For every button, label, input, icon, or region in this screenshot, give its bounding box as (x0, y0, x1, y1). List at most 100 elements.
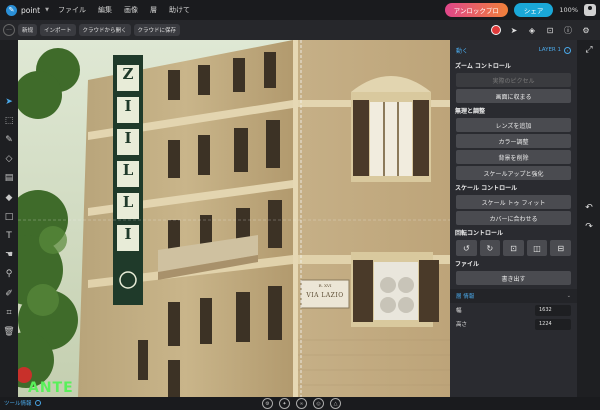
ai-icon[interactable]: ⊡ (541, 23, 559, 37)
fill-icon[interactable]: ◆ (3, 192, 15, 204)
move-back-link[interactable]: 動く (456, 46, 468, 55)
picker-icon[interactable]: ⚲ (3, 268, 15, 280)
save-cloud-button[interactable]: クラウドに保存 (133, 24, 181, 36)
menu-image[interactable]: 画像 (118, 0, 144, 20)
rectangle-icon[interactable]: □ (3, 211, 15, 223)
user-icon[interactable] (584, 4, 596, 16)
marquee-icon[interactable]: ⬚ (3, 115, 15, 127)
unlock-pro-button[interactable]: アンロックプロ (444, 3, 508, 17)
fit-cover-button[interactable]: カバーに合わせる (456, 211, 571, 225)
settings-icon[interactable]: ⚙ (262, 398, 273, 409)
tools-sidebar: ➤ ⬚ ✎ ◇ ▤ ◆ □ T ☚ ⚲ ✐ ⌗ 🗑 (0, 40, 18, 397)
toolbar: ··· 新规 インポート クラウドから開く クラウドに保存 ➤ ◈ ⊡ ⓘ ⚙ (0, 20, 600, 40)
rotate-controls: ↺ ↻ ⊡ ◫ ⊟ (456, 240, 571, 256)
toolbar-right-icons: ➤ ◈ ⊡ ⓘ ⚙ (487, 23, 595, 37)
hotel-letter: I (124, 97, 132, 115)
bottom-icons: ⚙ ✦ ∞ ◎ △ (262, 398, 341, 409)
open-cloud-button[interactable]: クラウドから開く (78, 24, 131, 36)
right-strip: ⤢ ↶ ↷ (577, 40, 600, 397)
panel-header: 動く LAYER 1 › (450, 40, 577, 60)
magic-icon[interactable]: ✦ (279, 398, 290, 409)
app-logo[interactable]: ✎ point ▼ (0, 4, 52, 16)
zoom-level[interactable]: 100% (559, 6, 578, 14)
layers-icon[interactable]: ◈ (523, 23, 541, 37)
scale-section-title: スケール コントロール (455, 185, 518, 192)
flip-vertical-icon[interactable]: ⊟ (550, 240, 571, 256)
adjust-section-title: 無理と調整 (455, 108, 486, 115)
image-canvas[interactable]: Z I I L L I R. XVI VIA LAZIO ANTE (18, 40, 450, 397)
app-name: point (21, 5, 41, 15)
hotel-letter: Z (122, 65, 134, 83)
tool-info-label: ツール情報 (4, 401, 32, 407)
rotate-right-icon[interactable]: ↻ (479, 240, 501, 256)
remove-background-button[interactable]: 背景を削除 (456, 150, 571, 164)
layer-options-icon: › (564, 46, 571, 54)
hotel-letter: I (124, 225, 132, 243)
color-adjust-button[interactable]: カラー調整 (456, 134, 571, 148)
shape-icon[interactable]: △ (330, 398, 341, 409)
properties-panel: 動く LAYER 1 › ズーム コントロール 実際のピクセル 画面に収まる 無… (450, 40, 577, 397)
main-menu: ファイル 編集 画像 層 助けて (52, 0, 196, 20)
text-icon[interactable]: T (3, 230, 15, 242)
eraser-icon[interactable]: ◇ (3, 153, 15, 165)
rotate-left-icon[interactable]: ↺ (456, 240, 477, 256)
hotel-sign-letters: Z I I L L I (117, 65, 139, 257)
fit-frame-icon[interactable]: ⊡ (503, 240, 524, 256)
upscale-button[interactable]: スケールアップと強化 (456, 166, 571, 180)
menu-file[interactable]: ファイル (52, 0, 92, 20)
record-icon[interactable] (487, 23, 505, 37)
settings-gear-icon[interactable]: ⚙ (577, 23, 595, 37)
canvas-bottom-text: ANTE (28, 380, 74, 396)
zoom-section-title: ズーム コントロール (455, 63, 511, 70)
select-arrow-icon[interactable]: ➤ (3, 96, 15, 108)
menu-edit[interactable]: 編集 (92, 0, 118, 20)
actual-pixels-button[interactable]: 実際のピクセル (456, 73, 571, 87)
menu-bar: ✎ point ▼ ファイル 編集 画像 層 助けて アンロックプロ シェア 1… (0, 0, 600, 20)
pencil-icon[interactable]: ✐ (3, 288, 15, 300)
status-bar: ツール情報 ⚙ ✦ ∞ ◎ △ (0, 397, 600, 410)
brush-icon[interactable]: ✎ (3, 134, 15, 146)
import-button[interactable]: インポート (40, 24, 76, 36)
target-icon[interactable]: ◎ (313, 398, 324, 409)
export-button[interactable]: 書き出す (456, 271, 571, 285)
more-icon[interactable]: ··· (3, 24, 15, 36)
add-lens-button[interactable]: レンズを追加 (456, 118, 571, 132)
height-label: 高さ (456, 322, 468, 328)
menubar-right: アンロックプロ シェア 100% (444, 3, 596, 17)
scale-to-fit-button[interactable]: スケール トゥ フィット (456, 195, 571, 209)
layer-info-title: 層 情報 (456, 294, 475, 300)
hotel-letter: I (124, 129, 132, 147)
new-button[interactable]: 新规 (18, 24, 38, 36)
hotel-letter: L (122, 193, 134, 211)
share-button[interactable]: シェア (513, 3, 554, 17)
undo-icon[interactable]: ↶ (583, 202, 595, 214)
expand-icon[interactable]: ⤢ (583, 44, 595, 56)
info-circle-icon (34, 400, 41, 406)
height-field[interactable]: 1224 (535, 318, 571, 330)
menu-help[interactable]: 助けて (163, 0, 196, 20)
chevron-down-icon: ⌄ (566, 293, 571, 299)
pointer-icon[interactable]: ➤ (505, 23, 523, 37)
chevron-down-icon: ▼ (45, 7, 49, 13)
info-icon[interactable]: ⓘ (559, 23, 577, 37)
menu-layer[interactable]: 層 (144, 0, 163, 20)
hotel-letter: L (122, 161, 134, 179)
layer-indicator[interactable]: LAYER 1 › (539, 46, 571, 54)
link-icon[interactable]: ∞ (296, 398, 307, 409)
trash-icon[interactable]: 🗑 (3, 326, 15, 338)
gradient-icon[interactable]: ▤ (3, 172, 15, 184)
width-label: 幅 (456, 308, 462, 314)
fit-screen-button[interactable]: 画面に収まる (456, 89, 571, 103)
street-sign-small-text: R. XVI (318, 283, 332, 288)
tool-info[interactable]: ツール情報 (4, 399, 41, 407)
hand-icon[interactable]: ☚ (3, 249, 15, 261)
flip-horizontal-icon[interactable]: ◫ (526, 240, 548, 256)
layer-info-header[interactable]: 層 情報 ⌄ (450, 289, 577, 303)
redo-icon[interactable]: ↷ (583, 221, 595, 233)
width-field[interactable]: 1632 (535, 304, 571, 316)
brush-logo-icon: ✎ (6, 4, 17, 16)
height-row: 高さ 1224 (450, 317, 577, 331)
building-photo (18, 40, 450, 397)
crop-icon[interactable]: ⌗ (3, 307, 15, 319)
file-section-title: ファイル (455, 261, 480, 268)
